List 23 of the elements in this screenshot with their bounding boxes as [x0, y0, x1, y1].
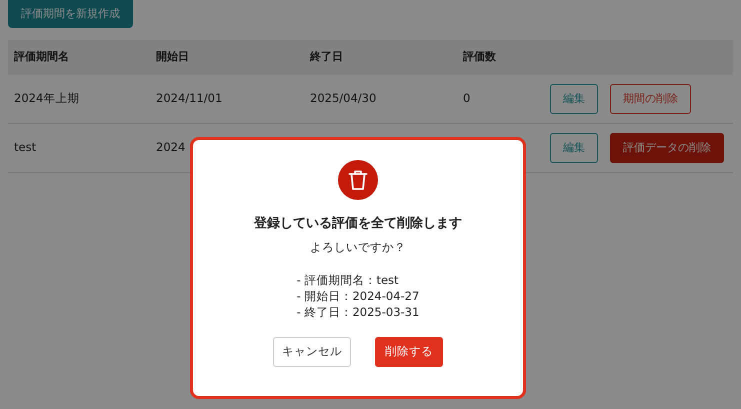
table-cell-text: test [14, 139, 38, 156]
detail-line: - 評価期間名：test [296, 272, 400, 288]
dialog-message: よろしいですか？ [310, 238, 406, 256]
table-cell-text: 2024/11/01 [156, 90, 224, 108]
delete-button[interactable]: 削除する [375, 336, 443, 367]
delete-data-button[interactable]: 評価データの削除 [610, 133, 724, 163]
column-header: 評価数 [463, 49, 497, 66]
table-cell-text: 2024年上期 [14, 90, 80, 108]
trash-icon [338, 160, 378, 200]
column-header: 開始日 [156, 49, 190, 66]
column-header: 評価期間名 [14, 49, 70, 66]
edit-button[interactable]: 編集 [550, 84, 598, 114]
table-cell-text: 2024 [156, 139, 186, 156]
create-period-button[interactable]: 評価期間を新規作成 [8, 0, 133, 28]
detail-line: - 終了日：2025-03-31 [296, 304, 420, 320]
delete-period-button[interactable]: 期間の削除 [610, 84, 691, 114]
detail-line: - 開始日：2024-04-27 [296, 288, 420, 304]
table-cell-text: 0 [463, 90, 472, 108]
edit-button[interactable]: 編集 [550, 133, 598, 163]
cancel-button[interactable]: キャンセル [273, 336, 351, 367]
table-cell-text: 2025/04/30 [310, 90, 378, 108]
column-header: 終了日 [310, 49, 344, 66]
dialog-title: 登録している評価を全て削除します [254, 215, 462, 233]
